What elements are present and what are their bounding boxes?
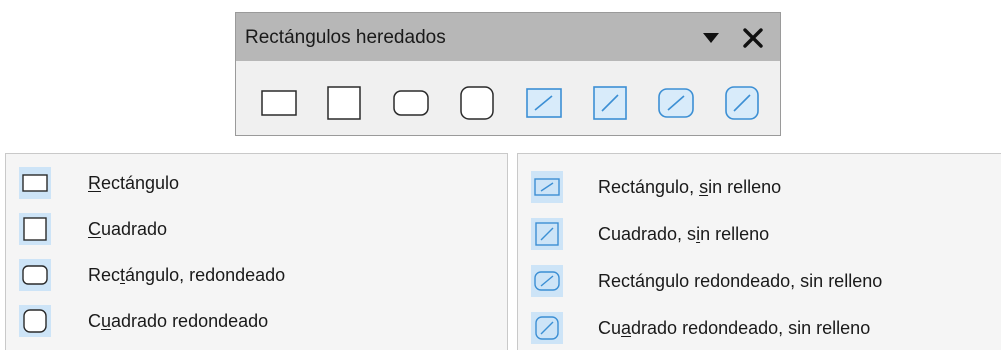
menu-item-rectangle[interactable]: Rectángulo [6, 160, 507, 206]
legacy-rectangles-toolbar: Rectángulos heredados [235, 12, 781, 136]
rounded-square-icon [460, 86, 494, 120]
menu-item-label: Cuadrado redondeado, sin relleno [598, 318, 871, 338]
rounded-rectangle-button[interactable] [391, 83, 431, 123]
square-unfilled-button[interactable] [590, 83, 630, 123]
toolbar-title: Rectángulos heredados [245, 27, 446, 48]
square-unfilled-icon [531, 218, 563, 250]
rounded-square-unfilled-button[interactable] [722, 83, 762, 123]
square-icon [19, 213, 51, 245]
menu-item-rounded-square-unfilled[interactable]: Cuadrado redondeado, sin relleno [518, 305, 1001, 350]
rounded-rectangle-icon [393, 90, 429, 116]
rounded-rectangle-unfilled-icon [658, 88, 694, 118]
menu-item-rectangle-unfilled[interactable]: Rectángulo, sin relleno [518, 164, 1001, 210]
triangle-down-icon[interactable] [702, 31, 720, 45]
menu-item-rounded-square[interactable]: Cuadrado redondeado [6, 298, 507, 344]
menu-item-square-unfilled[interactable]: Cuadrado, sin relleno [518, 211, 1001, 257]
rounded-square-unfilled-icon [531, 312, 563, 344]
toolbar-buttons [236, 61, 780, 135]
rectangle-button[interactable] [259, 83, 299, 123]
square-unfilled-icon [593, 86, 627, 120]
menu-item-label: Rectángulo [88, 173, 180, 193]
rectangle-icon [261, 90, 297, 116]
rounded-square-icon [19, 305, 51, 337]
menu-item-label: Rectángulo, sin relleno [598, 177, 782, 197]
rounded-square-unfilled-icon [725, 86, 759, 120]
rounded-square-button[interactable] [457, 83, 497, 123]
rectangle-unfilled-button[interactable] [524, 83, 564, 123]
menu-item-rounded-rectangle[interactable]: Rectángulo, redondeado [6, 252, 507, 298]
rounded-rectangle-icon [19, 259, 51, 291]
menu-item-label: Cuadrado redondeado [88, 311, 269, 331]
rounded-rectangle-unfilled-button[interactable] [656, 83, 696, 123]
rectangle-unfilled-icon [531, 171, 563, 203]
menu-item-label: Rectángulo, redondeado [88, 265, 286, 285]
menu-item-label: Cuadrado [88, 219, 168, 239]
menu-item-square[interactable]: Cuadrado [6, 206, 507, 252]
rectangle-icon [19, 167, 51, 199]
shapes-menu-filled: Rectángulo Cuadrado Rectángulo, redondea… [5, 153, 508, 350]
stage: Rectángulos heredados Rectángulo Cuadrad… [0, 0, 1001, 350]
rounded-rectangle-unfilled-icon [531, 265, 563, 297]
menu-item-label: Cuadrado, sin relleno [598, 224, 770, 244]
square-button[interactable] [324, 83, 364, 123]
square-icon [327, 86, 361, 120]
rectangle-unfilled-icon [526, 88, 562, 118]
menu-item-label: Rectángulo redondeado, sin relleno [598, 271, 883, 291]
shapes-menu-unfilled: Rectángulo, sin relleno Cuadrado, sin re… [517, 153, 1001, 350]
toolbar-titlebar[interactable]: Rectángulos heredados [236, 13, 780, 61]
close-icon[interactable] [742, 27, 764, 49]
menu-item-rounded-rectangle-unfilled[interactable]: Rectángulo redondeado, sin relleno [518, 258, 1001, 304]
